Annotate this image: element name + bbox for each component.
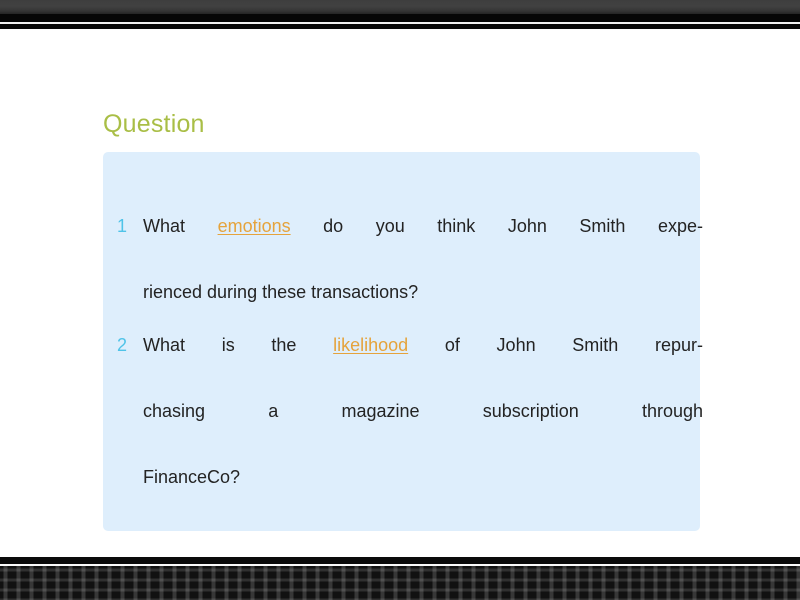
text-line: What is the likelihood of John Smith rep…: [143, 329, 703, 395]
top-gray-band: [0, 0, 800, 14]
line-text-pre: What: [143, 216, 218, 236]
slide-bottom-decoration: [0, 557, 800, 600]
top-white-line-2: [0, 29, 800, 31]
page-title: Question: [103, 110, 205, 138]
text-line: chasing a magazine subscription through: [143, 395, 703, 461]
question-list: 1 What emotions do you think John Smith …: [103, 210, 703, 514]
question-panel: 1 What emotions do you think John Smith …: [103, 152, 703, 531]
list-item: 1 What emotions do you think John Smith …: [103, 210, 703, 309]
line-text-pre: FinanceCo?: [143, 467, 241, 487]
slide: Question 1 What emotions do you think Jo…: [0, 0, 800, 600]
bottom-texture-band: [0, 566, 800, 600]
line-text-pre: chasing a magazine subscription through: [143, 401, 703, 421]
keyword-link-likelihood[interactable]: likelihood: [333, 335, 408, 355]
bottom-black-band: [0, 557, 800, 564]
question-text: What emotions do you think John Smith ex…: [143, 210, 703, 309]
list-item: 2 What is the likelihood of John Smith r…: [103, 329, 703, 494]
text-line: FinanceCo?: [143, 461, 703, 494]
slide-top-decoration: [0, 0, 800, 31]
question-number: 1: [116, 216, 127, 236]
text-line: rienced during these transactions?: [143, 276, 703, 309]
line-text-post: do you think John Smith expe-: [290, 216, 704, 236]
text-line: What emotions do you think John Smith ex…: [143, 210, 703, 276]
question-number: 2: [116, 335, 127, 355]
line-text-pre: What is the: [143, 335, 334, 355]
keyword-link-emotions[interactable]: emotions: [218, 216, 291, 236]
top-black-band-1: [0, 14, 800, 22]
line-text-post: of John Smith repur-: [408, 335, 703, 355]
line-text-pre: rienced during these transactions?: [143, 282, 419, 302]
question-text: What is the likelihood of John Smith rep…: [143, 329, 703, 494]
